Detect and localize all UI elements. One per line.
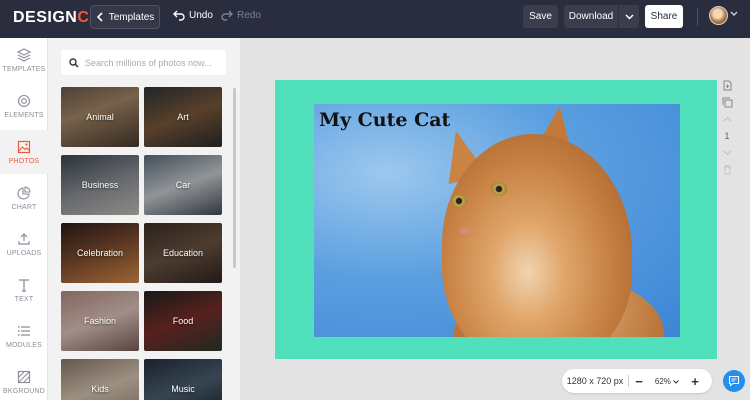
- undo-label: Undo: [189, 9, 213, 21]
- category-label: Kids: [91, 384, 109, 394]
- undo-icon: [173, 10, 185, 21]
- search-icon: [69, 57, 79, 68]
- top-bar: DESIGNCAP Templates Undo Redo Save Downl…: [0, 0, 750, 38]
- download-button-label: Download: [568, 11, 614, 22]
- category-tile-education[interactable]: Education: [144, 223, 222, 283]
- add-page-icon[interactable]: [722, 80, 733, 91]
- category-tile-food[interactable]: Food: [144, 291, 222, 351]
- redo-button[interactable]: Redo: [221, 9, 261, 21]
- chevron-down-icon: [673, 379, 679, 384]
- category-label: Music: [171, 384, 195, 394]
- zoom-level-value: 62%: [654, 376, 671, 386]
- zoom-level-select[interactable]: 62%: [649, 377, 685, 386]
- background-icon: [17, 370, 31, 383]
- chevron-up-icon[interactable]: [722, 114, 733, 125]
- cat-eye-shape: [451, 194, 467, 208]
- templates-button[interactable]: Templates: [90, 5, 160, 29]
- nav-label-uploads: UPLOADS: [6, 249, 42, 257]
- zoom-bar: 1280 x 720 px − 62% +: [562, 369, 712, 393]
- duplicate-page-icon[interactable]: [722, 97, 733, 108]
- photos-panel: Animal Art Business Car Celebration Educ…: [48, 38, 240, 400]
- avatar[interactable]: [709, 6, 728, 25]
- zoom-in-button[interactable]: +: [685, 374, 705, 389]
- page-tools: 1: [718, 80, 736, 175]
- category-label: Education: [162, 248, 204, 258]
- category-tile-fashion[interactable]: Fashion: [61, 291, 139, 351]
- photo-search-input[interactable]: [85, 57, 225, 68]
- panel-scrollbar[interactable]: [233, 88, 236, 268]
- chevron-down-icon: [624, 13, 634, 20]
- nav-label-photos: PHOTOS: [8, 157, 40, 165]
- nav-item-background[interactable]: BKGROUND: [0, 360, 48, 400]
- text-icon: [19, 278, 29, 292]
- templates-button-label: Templates: [108, 11, 155, 23]
- chevron-left-icon: [96, 12, 103, 22]
- category-tile-music[interactable]: Music: [144, 359, 222, 400]
- save-button[interactable]: Save: [523, 5, 558, 28]
- cat-head-shape: [442, 134, 632, 337]
- account-chevron-down-icon[interactable]: [730, 11, 738, 17]
- left-nav: TEMPLATES ELEMENTS PHOTOS CHART UPLOADS …: [0, 38, 48, 400]
- nav-label-chart: CHART: [11, 203, 37, 211]
- nav-item-uploads[interactable]: UPLOADS: [0, 222, 48, 266]
- nav-item-chart[interactable]: CHART: [0, 176, 48, 220]
- share-button[interactable]: Share: [645, 5, 683, 28]
- photo-search-box[interactable]: [61, 50, 226, 75]
- canvas-workspace: My Cute Cat 1 1280 x 720 px − 62% +: [240, 38, 750, 400]
- nav-item-text[interactable]: TEXT: [0, 268, 48, 312]
- layers-icon: [17, 47, 31, 62]
- category-label: Art: [177, 112, 189, 122]
- toolbar-divider: [697, 8, 698, 26]
- nav-label-background: BKGROUND: [2, 387, 46, 395]
- pie-chart-icon: [17, 185, 31, 200]
- category-label: Fashion: [83, 316, 117, 326]
- chat-icon: [728, 375, 740, 387]
- nav-item-elements[interactable]: ELEMENTS: [0, 84, 48, 128]
- cat-nose-shape: [460, 227, 470, 234]
- redo-label: Redo: [237, 9, 261, 21]
- design-canvas[interactable]: My Cute Cat: [275, 80, 717, 359]
- nav-label-modules: MODULES: [5, 341, 43, 349]
- zoom-out-button[interactable]: −: [629, 374, 649, 389]
- category-label: Food: [172, 316, 194, 326]
- category-tile-art[interactable]: Art: [144, 87, 222, 147]
- category-tile-business[interactable]: Business: [61, 155, 139, 215]
- photo-icon: [17, 140, 31, 153]
- cat-photo[interactable]: My Cute Cat: [314, 104, 680, 337]
- undo-button[interactable]: Undo: [173, 9, 213, 21]
- category-tile-car[interactable]: Car: [144, 155, 222, 215]
- list-icon: [17, 325, 30, 336]
- elements-icon: [17, 94, 31, 107]
- download-options-button[interactable]: [619, 13, 639, 20]
- category-tile-kids[interactable]: Kids: [61, 359, 139, 400]
- cat-eye-shape: [491, 182, 507, 196]
- delete-page-icon[interactable]: [722, 164, 733, 175]
- download-button[interactable]: Download: [564, 5, 639, 28]
- canvas-size-label: 1280 x 720 px: [566, 376, 624, 386]
- category-label: Car: [175, 180, 191, 190]
- category-tile-celebration[interactable]: Celebration: [61, 223, 139, 283]
- nav-item-photos[interactable]: PHOTOS: [0, 130, 48, 174]
- upload-icon: [18, 232, 30, 245]
- nav-label-templates: TEMPLATES: [2, 65, 46, 73]
- nav-label-text: TEXT: [14, 295, 34, 303]
- category-tile-animal[interactable]: Animal: [61, 87, 139, 147]
- page-number: 1: [724, 131, 730, 141]
- nav-item-modules[interactable]: MODULES: [0, 314, 48, 358]
- category-label: Business: [81, 180, 119, 190]
- category-label: Animal: [86, 112, 114, 122]
- chat-support-button[interactable]: [723, 370, 745, 392]
- category-label: Celebration: [76, 248, 124, 258]
- nav-label-elements: ELEMENTS: [4, 111, 44, 119]
- canvas-title-text[interactable]: My Cute Cat: [319, 109, 450, 131]
- logo-text-design: DESIGN: [13, 9, 78, 26]
- redo-icon: [221, 10, 233, 21]
- chevron-down-icon[interactable]: [722, 147, 733, 158]
- nav-item-templates[interactable]: TEMPLATES: [0, 38, 48, 82]
